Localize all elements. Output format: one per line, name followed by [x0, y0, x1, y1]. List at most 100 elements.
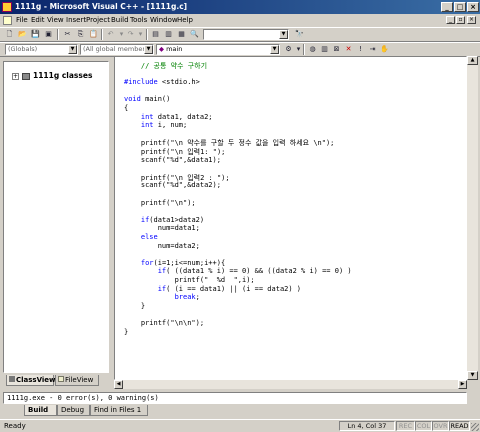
menu-window[interactable]: Window: [150, 16, 178, 24]
toolbar-separator: [101, 29, 103, 40]
chevron-down-icon[interactable]: ▼: [144, 45, 153, 54]
workspace-icon[interactable]: ▤: [150, 29, 161, 40]
menu-view[interactable]: View: [47, 16, 64, 24]
stop-build-icon[interactable]: ✕: [343, 44, 354, 55]
tab-fileview[interactable]: FileView: [55, 375, 99, 386]
code-line: int data1, data2;: [124, 113, 213, 121]
menu-tools[interactable]: Tools: [130, 16, 147, 24]
scroll-right-icon[interactable]: ▶: [458, 380, 467, 389]
menu-help[interactable]: Help: [177, 16, 193, 24]
build-icon[interactable]: ▥: [319, 44, 330, 55]
go-debug-icon[interactable]: ⇥: [367, 44, 378, 55]
doc-minimize-button[interactable]: _: [446, 16, 455, 24]
new-file-icon[interactable]: 🗋: [4, 29, 15, 40]
members-combo[interactable]: (All global members ▼: [80, 44, 154, 55]
tab-debug[interactable]: Debug: [57, 405, 90, 416]
compile-icon[interactable]: ◍: [307, 44, 318, 55]
redo-dropdown-icon[interactable]: ▾: [135, 29, 146, 40]
classview-icon: [9, 376, 15, 382]
scroll-up-icon[interactable]: ▲: [467, 56, 478, 65]
menu-file[interactable]: File: [16, 16, 28, 24]
build-stop-icon[interactable]: ⊠: [331, 44, 342, 55]
doc-restore-button[interactable]: ▫: [456, 16, 465, 24]
resize-grip-icon[interactable]: [471, 423, 479, 431]
copy-icon[interactable]: ⎘: [75, 29, 86, 40]
menu-project[interactable]: Project: [86, 16, 110, 24]
chevron-down-icon[interactable]: ▼: [279, 30, 288, 39]
maximize-button[interactable]: □: [454, 2, 466, 12]
function-icon: ◆: [159, 45, 164, 53]
expand-icon[interactable]: +: [12, 72, 19, 80]
code-line: {: [124, 104, 128, 112]
find-in-files-icon[interactable]: 🔍: [189, 29, 200, 40]
find-combo[interactable]: ▼: [203, 29, 289, 40]
tab-find-in-files[interactable]: Find in Files 1: [90, 405, 148, 416]
code-token: num=data1;: [124, 224, 200, 233]
title-bar: 1111g - Microsoft Visual C++ - [1111g.c]…: [0, 0, 480, 14]
keyword-token: break: [174, 293, 196, 302]
save-icon[interactable]: 💾: [30, 29, 41, 40]
horizontal-scrollbar[interactable]: ◀ ▶: [114, 380, 467, 389]
minimize-button[interactable]: _: [441, 2, 453, 12]
wizard-toolbar: (Globals) ▼ (All global members ▼ ◆ main…: [0, 42, 480, 57]
code-line: printf("\n\n");: [124, 319, 204, 327]
cut-icon[interactable]: ✂: [62, 29, 73, 40]
code-token: ( ((data1 % i) == 0) && ((data2 % i) == …: [166, 267, 352, 276]
open-folder-icon[interactable]: 📂: [17, 29, 28, 40]
menu-insert[interactable]: Insert: [66, 16, 86, 24]
tab-classview-label: ClassView: [16, 376, 56, 384]
keyword-token: else: [140, 233, 158, 241]
output-window-icon[interactable]: ▥: [163, 29, 174, 40]
fileview-icon: [58, 376, 64, 382]
window-list-icon[interactable]: ▦: [176, 29, 187, 40]
tab-build[interactable]: Build: [24, 405, 57, 416]
cursor-position: Ln 4, Col 37: [339, 421, 395, 431]
output-window[interactable]: 1111g.exe - 0 error(s), 0 warning(s): [3, 392, 467, 404]
toolbar-separator: [303, 44, 305, 55]
paste-icon[interactable]: 📋: [88, 29, 99, 40]
keyword-token: void: [124, 95, 141, 104]
chevron-down-icon[interactable]: ▼: [270, 45, 279, 54]
scroll-left-icon[interactable]: ◀: [114, 380, 123, 389]
undo-icon[interactable]: ↶: [105, 29, 116, 40]
code-editor[interactable]: // 공통 약수 구하기 #include <stdio.h> void main(…: [114, 56, 467, 380]
code-line: else: [124, 233, 158, 241]
code-line: int i, num;: [124, 121, 187, 129]
execute-icon[interactable]: !: [355, 44, 366, 55]
save-all-icon[interactable]: ▣: [43, 29, 54, 40]
status-text: Ready: [4, 422, 26, 430]
code-line: num=data2;: [124, 242, 200, 250]
keyword-token: int: [140, 112, 154, 121]
tab-classview[interactable]: ClassView: [6, 375, 56, 386]
menu-build[interactable]: Build: [111, 16, 129, 24]
code-token: printf(" %d ",i);: [124, 276, 255, 284]
rec-indicator: REC: [396, 421, 415, 431]
code-line: for(i=1;i<=num;i++){: [124, 259, 225, 267]
classes-icon: [22, 72, 30, 80]
build-result-text: 1111g.exe - 0 error(s), 0 warning(s): [7, 394, 159, 402]
code-line: num=data1;: [124, 224, 200, 232]
breakpoint-icon[interactable]: ✋: [379, 44, 390, 55]
code-line: if(data1>data2): [124, 216, 204, 224]
tree-root-item[interactable]: +1111g classes: [12, 71, 92, 80]
close-button[interactable]: ×: [467, 2, 479, 12]
code-token: }: [124, 327, 129, 336]
code-line: #include <stdio.h>: [124, 78, 200, 86]
function-combo[interactable]: ◆ main ▼: [156, 44, 280, 55]
class-combo[interactable]: (Globals) ▼: [5, 44, 78, 55]
scroll-down-icon[interactable]: ▼: [467, 371, 478, 380]
menu-bar: File Edit View Insert Project Build Tool…: [0, 14, 480, 27]
ovr-indicator: OVR: [432, 421, 449, 431]
code-token: printf("\n\n");: [124, 319, 205, 327]
menu-edit[interactable]: Edit: [31, 16, 45, 24]
document-icon[interactable]: [3, 16, 12, 25]
code-token: ;: [195, 293, 200, 302]
app-icon[interactable]: [2, 2, 12, 12]
vertical-scrollbar[interactable]: ▲ ▼: [467, 56, 478, 380]
doc-close-button[interactable]: ×: [467, 16, 476, 24]
binoculars-icon[interactable]: 🔭: [294, 29, 305, 40]
chevron-down-icon[interactable]: ▼: [68, 45, 77, 54]
